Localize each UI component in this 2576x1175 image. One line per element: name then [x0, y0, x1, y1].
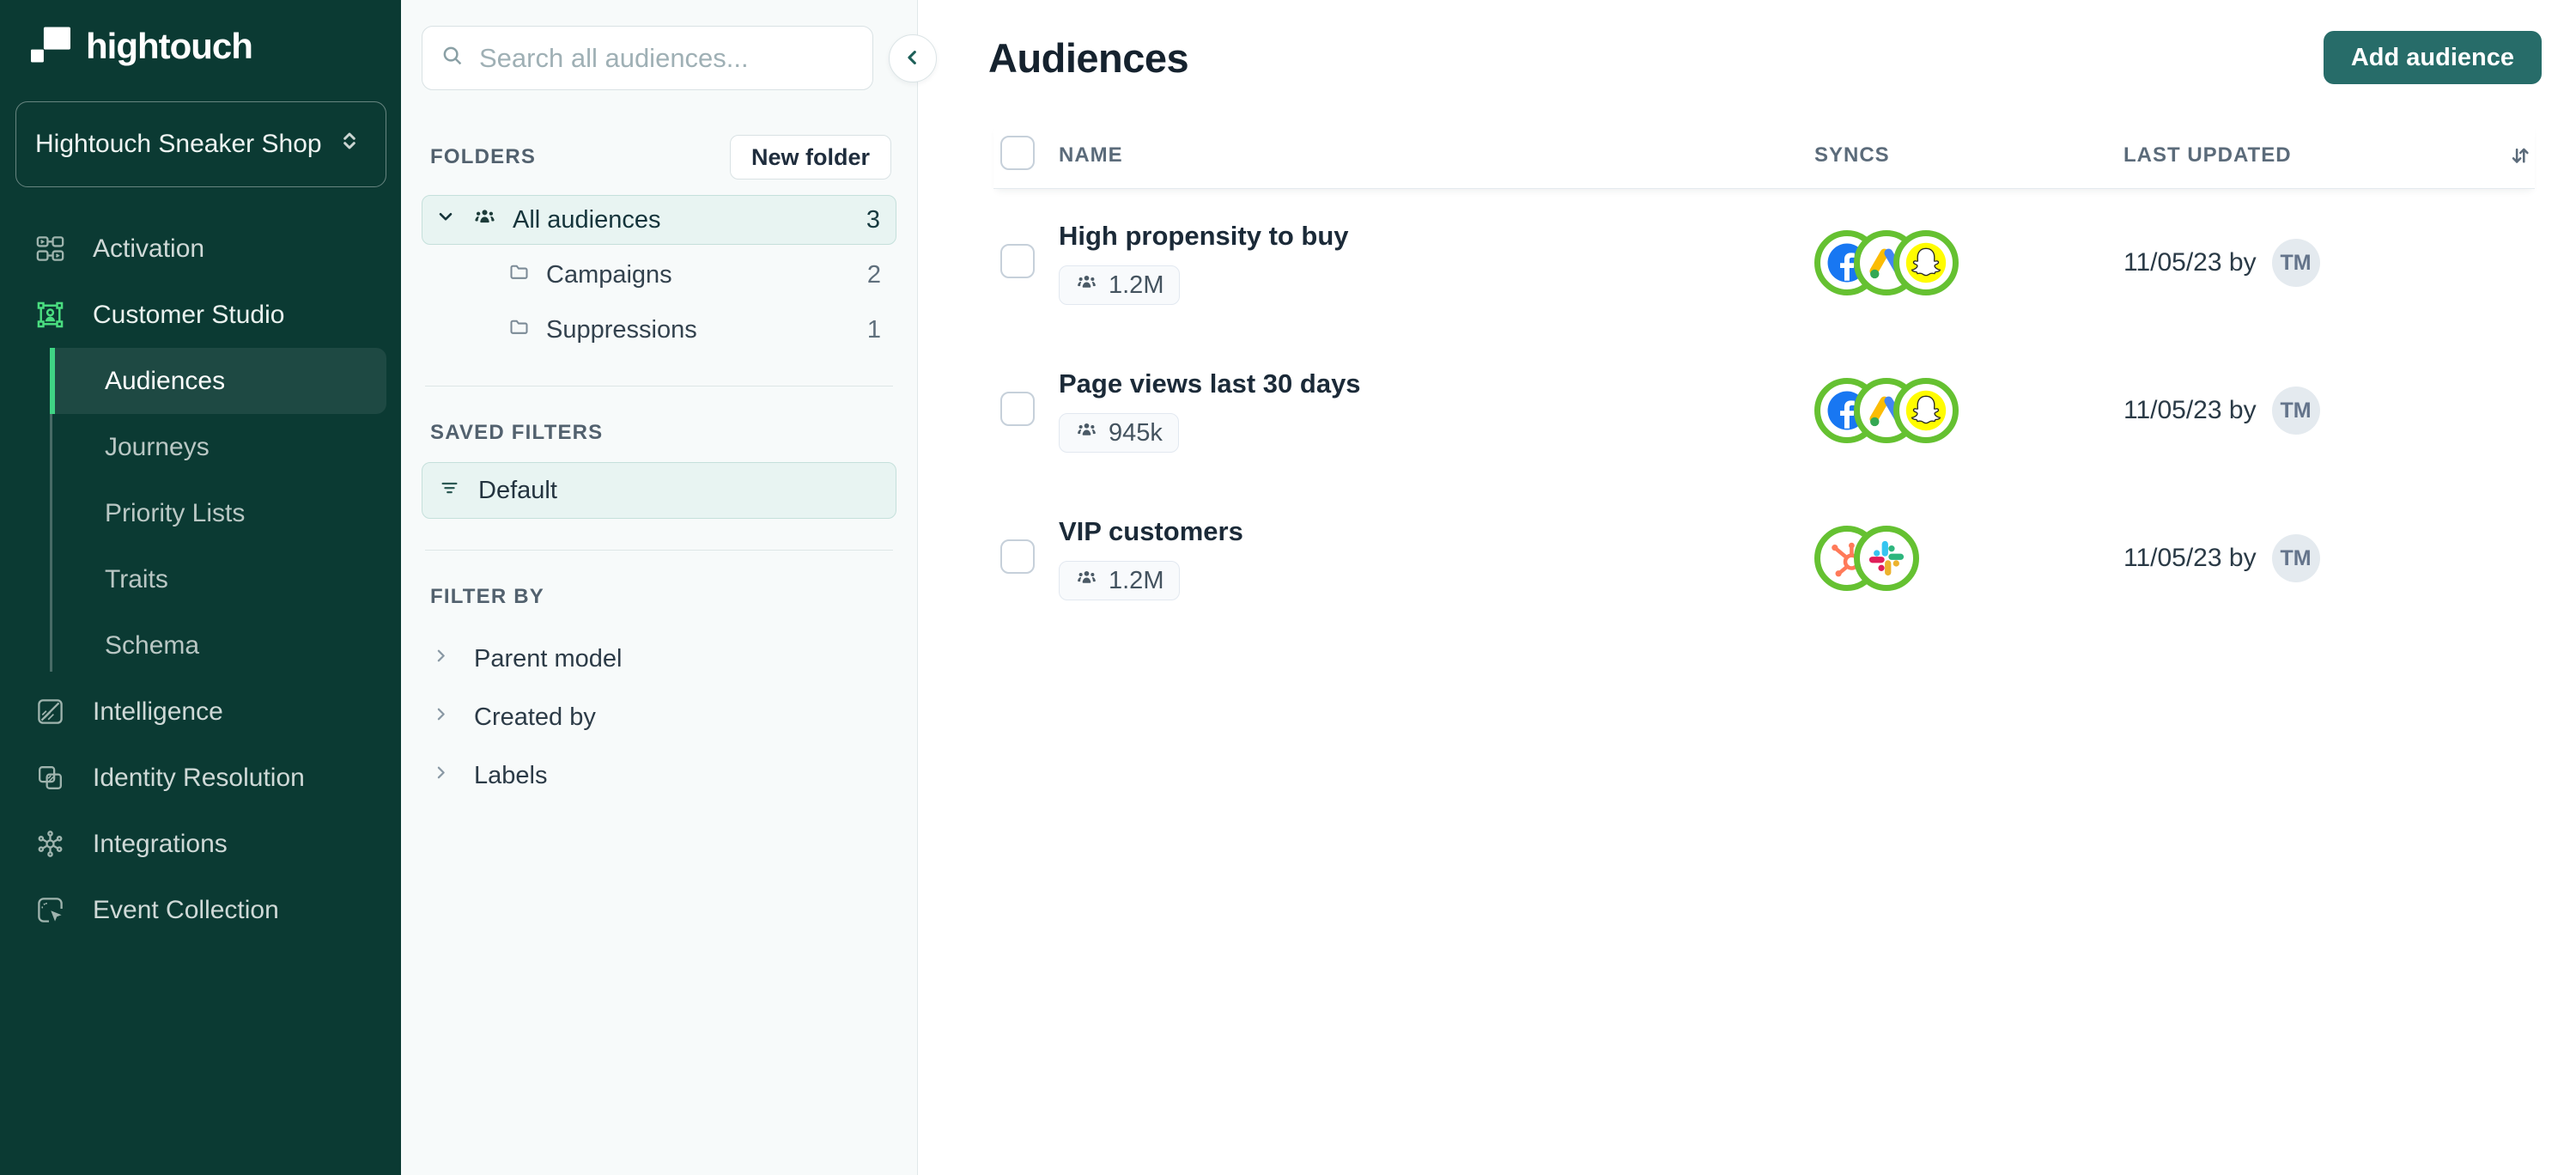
event-collection-icon [34, 894, 66, 926]
sidebar-item-identity-resolution[interactable]: Identity Resolution [0, 745, 401, 811]
chevron-left-icon [901, 46, 925, 72]
folder-suppressions[interactable]: Suppressions 1 [495, 305, 896, 355]
identity-resolution-icon [34, 762, 66, 794]
slack-sync-icon[interactable] [1854, 526, 1919, 591]
avatar: TM [2271, 239, 2320, 287]
chevron-up-down-icon [336, 127, 363, 161]
sidebar-item-schema[interactable]: Schema [50, 612, 386, 679]
folder-campaigns[interactable]: Campaigns 2 [495, 250, 896, 300]
workspace-name: Hightouch Sneaker Shop [35, 130, 322, 158]
avatar: TM [2271, 534, 2320, 582]
hightouch-logo-icon [31, 26, 70, 67]
audiences-table: NAME SYNCS LAST UPDATED High propensity … [918, 88, 2576, 632]
folder-count: 2 [866, 260, 881, 289]
syncs-cell [1814, 230, 2123, 295]
filter-group-parent-model[interactable]: Parent model [422, 630, 896, 688]
audience-name: Page views last 30 days [1059, 368, 1361, 399]
filter-group-labels[interactable]: Labels [422, 746, 896, 805]
last-updated-text: 11/05/23 by [2123, 544, 2257, 572]
folder-count: 3 [866, 205, 880, 234]
chevron-right-icon [430, 762, 452, 790]
customer-studio-icon [34, 299, 66, 331]
divider [425, 550, 893, 551]
search-icon [440, 43, 465, 73]
table-row[interactable]: VIP customers 1.2M 11/05/23 by TM [993, 484, 2535, 632]
sort-icon[interactable] [2497, 141, 2535, 170]
row-checkbox[interactable] [1000, 539, 1035, 574]
search-input[interactable] [479, 42, 855, 74]
hightouch-logo-text: hightouch [86, 26, 253, 66]
avatar: TM [2271, 387, 2320, 435]
last-updated-text: 11/05/23 by [2123, 248, 2257, 277]
filter-by-section-title: FILTER BY [430, 585, 545, 608]
sidebar-item-integrations[interactable]: Integrations [0, 811, 401, 877]
folder-icon [507, 315, 531, 345]
customer-studio-subnav: Audiences Journeys Priority Lists Traits… [50, 348, 386, 679]
folders-panel: FOLDERS New folder All audiences 3 Campa… [401, 0, 937, 1175]
integrations-icon [34, 828, 66, 860]
snapchat-sync-icon[interactable] [1893, 378, 1959, 443]
chevron-right-icon [430, 703, 452, 732]
intelligence-icon [34, 696, 66, 728]
last-updated-text: 11/05/23 by [2123, 396, 2257, 424]
new-folder-button[interactable]: New folder [729, 135, 891, 180]
folder-tree: All audiences 3 Campaigns 2 Suppressions… [422, 195, 896, 355]
hightouch-logo: hightouch [31, 26, 401, 67]
column-header-syncs: SYNCS [1814, 143, 1890, 167]
sidebar: hightouch Hightouch Sneaker Shop Activat… [0, 0, 401, 1175]
activation-icon [34, 233, 66, 265]
sidebar-item-activation[interactable]: Activation [0, 216, 401, 282]
select-all-checkbox[interactable] [1000, 136, 1035, 170]
saved-filter-default[interactable]: Default [422, 462, 896, 519]
sidebar-item-traits[interactable]: Traits [50, 546, 386, 612]
page-title: Audiences [988, 34, 1189, 81]
users-icon [1075, 566, 1098, 596]
chevron-right-icon [430, 645, 452, 673]
sidebar-item-customer-studio[interactable]: Customer Studio [0, 282, 401, 348]
sidebar-item-event-collection[interactable]: Event Collection [0, 877, 401, 943]
syncs-cell [1814, 378, 2123, 443]
syncs-cell [1814, 526, 2123, 591]
add-audience-button[interactable]: Add audience [2323, 31, 2542, 84]
workspace-selector[interactable]: Hightouch Sneaker Shop [15, 101, 386, 187]
audience-size-badge: 945k [1059, 413, 1179, 453]
column-header-name: NAME [1059, 143, 1123, 167]
collapse-panel-button[interactable] [889, 34, 937, 82]
snapchat-sync-icon[interactable] [1893, 230, 1959, 295]
main-content: Audiences Add audience NAME SYNCS LAST U… [918, 0, 2576, 1175]
folders-section-title: FOLDERS [430, 145, 537, 168]
sidebar-item-priority-lists[interactable]: Priority Lists [50, 480, 386, 546]
users-icon [1075, 271, 1098, 301]
users-icon [1075, 418, 1098, 448]
sidebar-item-intelligence[interactable]: Intelligence [0, 679, 401, 745]
sidebar-item-audiences[interactable]: Audiences [50, 348, 386, 414]
filter-icon [438, 476, 461, 506]
folder-all-audiences[interactable]: All audiences 3 [422, 195, 896, 245]
audience-name: High propensity to buy [1059, 221, 1349, 251]
row-checkbox[interactable] [1000, 391, 1035, 426]
filter-group-created-by[interactable]: Created by [422, 688, 896, 746]
audience-size-badge: 1.2M [1059, 265, 1181, 305]
chevron-down-icon [434, 205, 457, 234]
table-row[interactable]: Page views last 30 days 945k 11/05/23 by… [993, 337, 2535, 484]
audience-name: VIP customers [1059, 516, 1243, 546]
audience-size-badge: 1.2M [1059, 561, 1181, 600]
table-row[interactable]: High propensity to buy 1.2M 11/05/23 by … [993, 189, 2535, 337]
saved-filters-section-title: SAVED FILTERS [430, 421, 604, 444]
sidebar-item-journeys[interactable]: Journeys [50, 414, 386, 480]
folder-count: 1 [866, 315, 881, 344]
column-header-last-updated: LAST UPDATED [2123, 143, 2292, 167]
row-checkbox[interactable] [1000, 243, 1035, 278]
folder-icon [507, 260, 531, 290]
sidebar-nav: Activation Customer Studio Audiences Jou… [0, 216, 401, 943]
table-header: NAME SYNCS LAST UPDATED [993, 122, 2535, 189]
audiences-people-icon [472, 204, 497, 236]
search-box[interactable] [422, 26, 873, 90]
divider [425, 386, 893, 387]
